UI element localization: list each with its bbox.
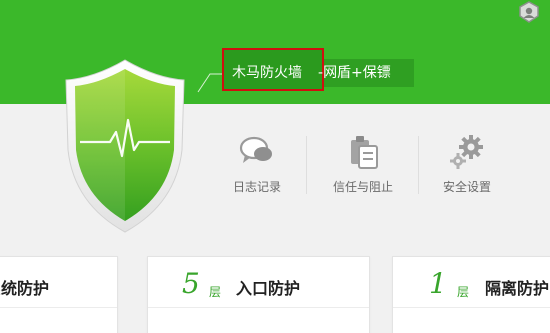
status-tag-secondary[interactable]: -网盾+保镖 [318,62,391,82]
log-record-label: 日志记录 [232,180,281,194]
tool-separator [306,136,307,194]
isolation-protection-card[interactable]: 1 层 隔离防护 [392,256,550,333]
clipboard-icon [343,134,383,174]
callout-line [197,73,224,93]
chat-bubble-icon [237,134,277,174]
layer-count: 5 [182,267,200,300]
card-title: 入口防护 [236,279,301,298]
card-divider [393,307,550,308]
card-divider [0,307,117,308]
card-title: 隔离防护 [485,279,550,298]
security-settings-button[interactable]: 安全设置 [422,134,512,196]
system-protection-card[interactable]: 系统防护 [0,256,118,333]
trust-block-button[interactable]: 信任与阻止 [318,134,408,196]
entry-protection-card[interactable]: 5 层 入口防护 [147,256,370,333]
layer-unit: 层 [209,285,222,299]
layer-count: 1 [429,267,447,300]
security-settings-label: 安全设置 [442,180,491,194]
user-badge-icon[interactable] [516,0,542,24]
shield-heartbeat-icon [64,58,186,234]
tool-separator [418,136,419,194]
gear-icon [447,134,487,174]
trust-block-label: 信任与阻止 [332,180,393,194]
card-divider [148,307,369,308]
status-tag-primary[interactable]: 木马防火墙 [232,62,302,82]
status-tag-secondary-text: 网盾+保镖 [323,65,391,81]
log-record-button[interactable]: 日志记录 [212,134,302,196]
layer-unit: 层 [457,285,470,299]
card-title: 系统防护 [0,279,50,298]
